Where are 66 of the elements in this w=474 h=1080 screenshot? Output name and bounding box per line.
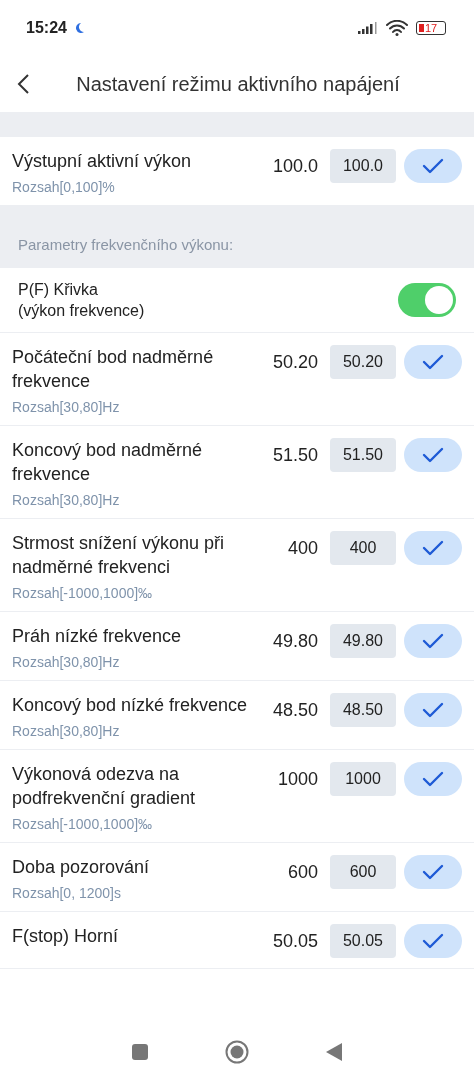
check-icon (422, 702, 444, 718)
value-input[interactable]: 51.50 (330, 438, 396, 472)
setting-label: Výkonová odezva na podfrekvenční gradient (12, 763, 197, 810)
value-input[interactable]: 1000 (330, 762, 396, 796)
check-icon (422, 933, 444, 949)
setting-label: F(stop) Horní (12, 925, 120, 948)
range-hint: Rozsah[30,80]Hz (12, 723, 121, 739)
check-icon (422, 158, 444, 174)
value-input[interactable]: 400 (330, 531, 396, 565)
page-title: Nastavení režimu aktivního napájení (75, 72, 401, 96)
moon-icon (74, 22, 85, 34)
check-icon (422, 447, 444, 463)
current-value: 49.80 (272, 630, 318, 653)
back-nav-button[interactable] (325, 1042, 343, 1062)
section-label: Parametry frekvenčního výkonu: (18, 236, 234, 253)
setting-label: Práh nízké frekvence (12, 625, 183, 648)
current-value: 400 (287, 537, 318, 560)
confirm-button[interactable] (404, 345, 462, 379)
clock-time: 15:24 (26, 19, 67, 37)
setting-label: Strmost snížení výkonu při nadměrné frekvenci (12, 532, 226, 579)
confirm-button[interactable] (404, 855, 462, 889)
range-hint: Rozsah[30,80]Hz (12, 492, 121, 508)
value-input[interactable]: 600 (330, 855, 396, 889)
confirm-button[interactable] (404, 924, 462, 958)
check-icon (422, 540, 444, 556)
range-hint: Rozsah[-1000,1000]‰ (12, 816, 154, 832)
value-input[interactable]: 48.50 (330, 693, 396, 727)
confirm-button[interactable] (404, 438, 462, 472)
current-value: 600 (287, 861, 318, 884)
current-value: 48.50 (272, 699, 318, 722)
wifi-icon (386, 20, 408, 36)
chevron-icon (16, 73, 30, 95)
confirm-button[interactable] (404, 762, 462, 796)
check-icon (422, 633, 444, 649)
toggle-switch[interactable] (398, 283, 456, 317)
current-value: 51.50 (272, 444, 318, 467)
check-icon (422, 771, 444, 787)
confirm-button[interactable] (404, 624, 462, 658)
confirm-button[interactable] (404, 693, 462, 727)
value-input[interactable]: 100.0 (330, 149, 396, 183)
range-hint: Rozsah[30,80]Hz (12, 399, 121, 415)
current-value: 50.05 (272, 930, 318, 953)
confirm-button[interactable] (404, 531, 462, 565)
value-input[interactable]: 49.80 (330, 624, 396, 658)
check-icon (422, 354, 444, 370)
setting-label: Doba pozorování (12, 856, 151, 879)
setting-label: Počáteční bod nadměrné frekvence (12, 346, 215, 393)
home-button[interactable] (225, 1040, 249, 1064)
check-icon (422, 864, 444, 880)
recents-button[interactable] (131, 1043, 149, 1061)
setting-label: Koncový bod nadměrné frekvence (12, 439, 204, 486)
range-hint: Rozsah[30,80]Hz (12, 654, 121, 670)
setting-label: P(F) Křivka (výkon frekvence) (18, 280, 146, 321)
range-hint: Rozsah[0,100]% (12, 179, 116, 195)
value-input[interactable]: 50.05 (330, 924, 396, 958)
battery-indicator: 17 (416, 21, 446, 35)
signal-icon (358, 22, 378, 34)
setting-label: Výstupní aktivní výkon (12, 150, 193, 173)
value-input[interactable]: 50.20 (330, 345, 396, 379)
confirm-button[interactable] (404, 149, 462, 183)
range-hint: Rozsah[0, 1200]s (12, 885, 122, 901)
range-hint: Rozsah[-1000,1000]‰ (12, 585, 154, 601)
current-value: 100.0 (272, 155, 318, 178)
setting-label: Koncový bod nízké frekvence (12, 694, 249, 717)
current-value: 1000 (277, 768, 318, 791)
current-value: 50.20 (272, 351, 318, 374)
